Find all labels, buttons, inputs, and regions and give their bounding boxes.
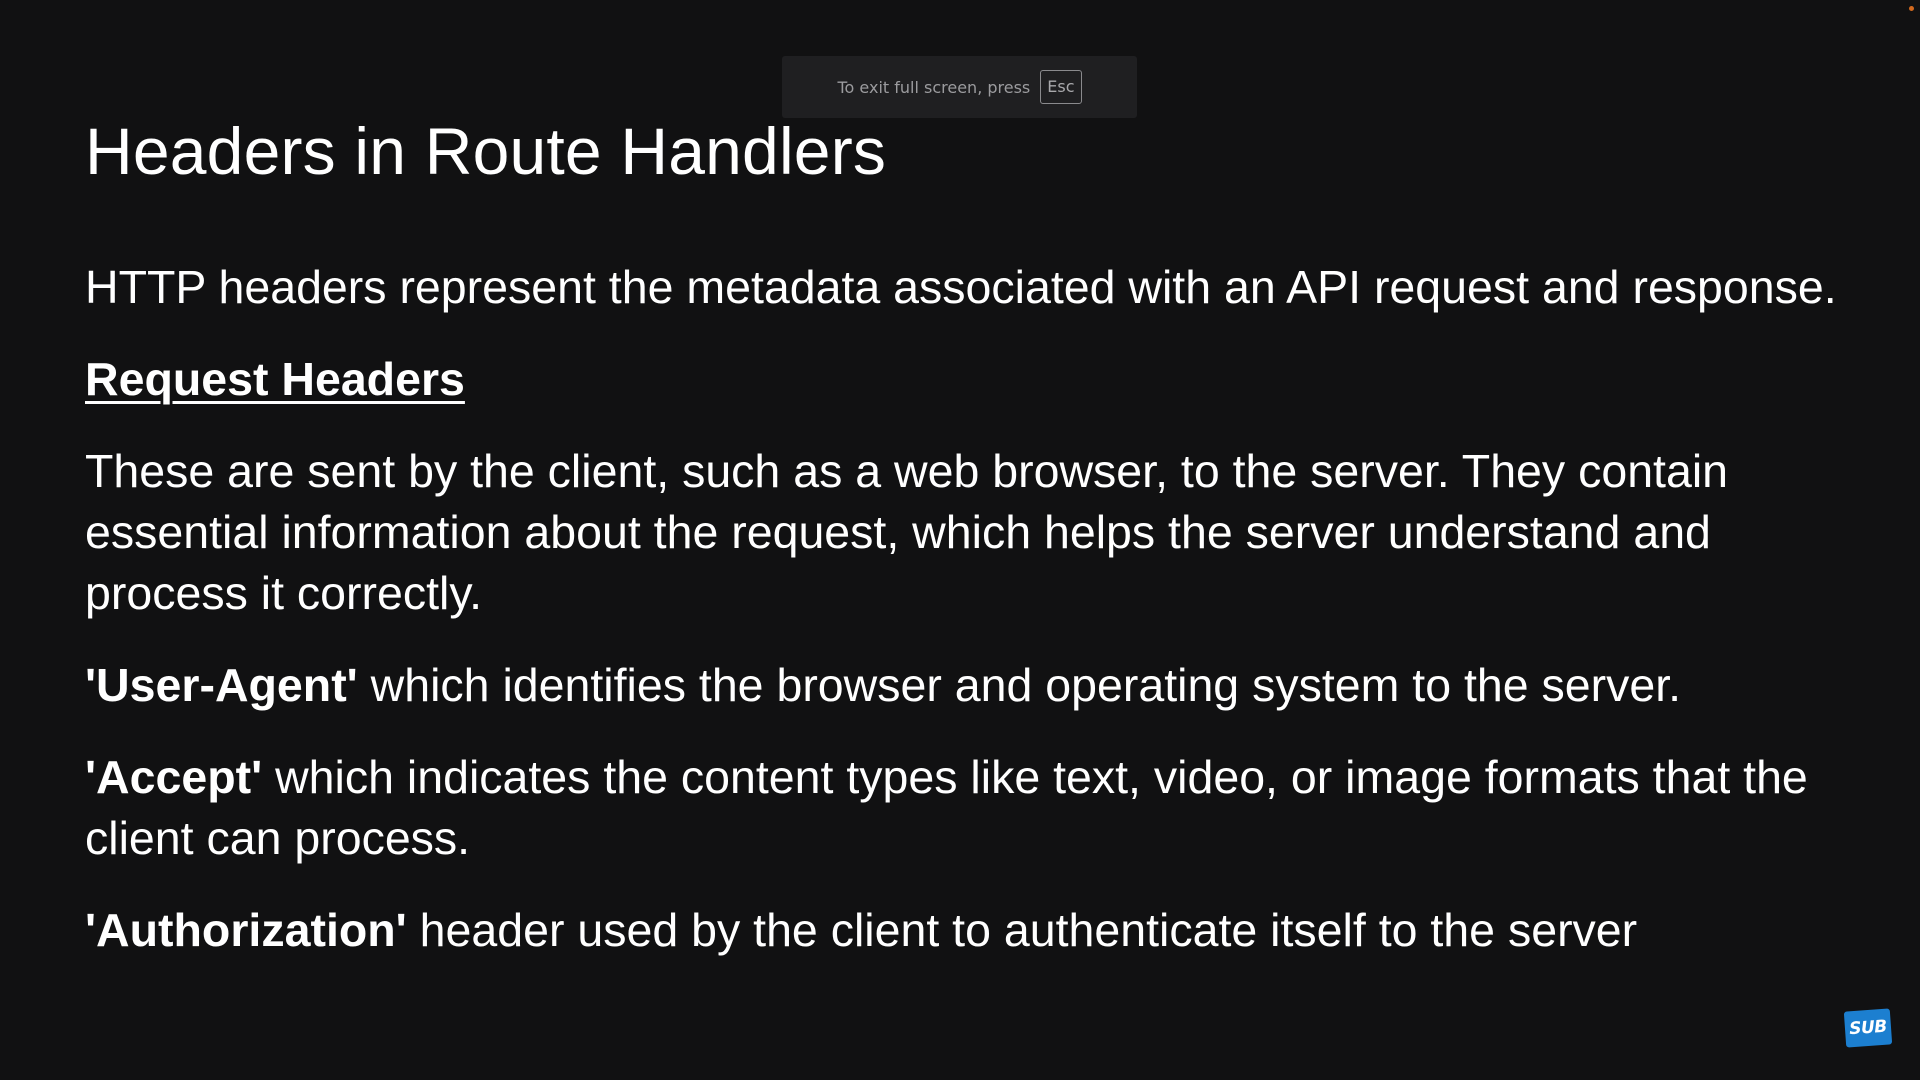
request-headers-description: These are sent by the client, such as a … [85, 445, 1729, 620]
header-description: header used by the client to authenticat… [406, 904, 1638, 957]
header-item-authorization: 'Authorization' header used by the clien… [85, 900, 1845, 961]
esc-key-hint: Esc [1040, 70, 1082, 104]
header-item-accept: 'Accept' which indicates the content typ… [85, 747, 1845, 869]
header-name: 'Authorization' [85, 904, 407, 957]
header-description: which indicates the content types like t… [85, 751, 1808, 865]
subscribe-badge-icon[interactable]: SUB [1843, 1008, 1893, 1048]
header-description: which identifies the browser and operati… [357, 659, 1682, 712]
intro-paragraph: HTTP headers represent the metadata asso… [85, 261, 1837, 314]
fullscreen-notice-text: To exit full screen, press [837, 77, 1031, 97]
header-name: 'Accept' [85, 751, 263, 804]
fullscreen-exit-notice: To exit full screen, press Esc [782, 56, 1137, 118]
slide-title: Headers in Route Handlers [85, 114, 887, 188]
header-name: 'User-Agent' [85, 659, 358, 712]
recording-indicator-dot [1909, 6, 1914, 11]
presentation-slide: To exit full screen, press Esc Headers i… [0, 0, 1920, 1080]
request-headers-heading: Request Headers [85, 353, 465, 406]
slide-content: Headers in Route Handlers HTTP headers r… [85, 112, 1845, 992]
subscribe-badge-label: SUB [1848, 1016, 1888, 1040]
header-item-user-agent: 'User-Agent' which identifies the browse… [85, 655, 1845, 716]
